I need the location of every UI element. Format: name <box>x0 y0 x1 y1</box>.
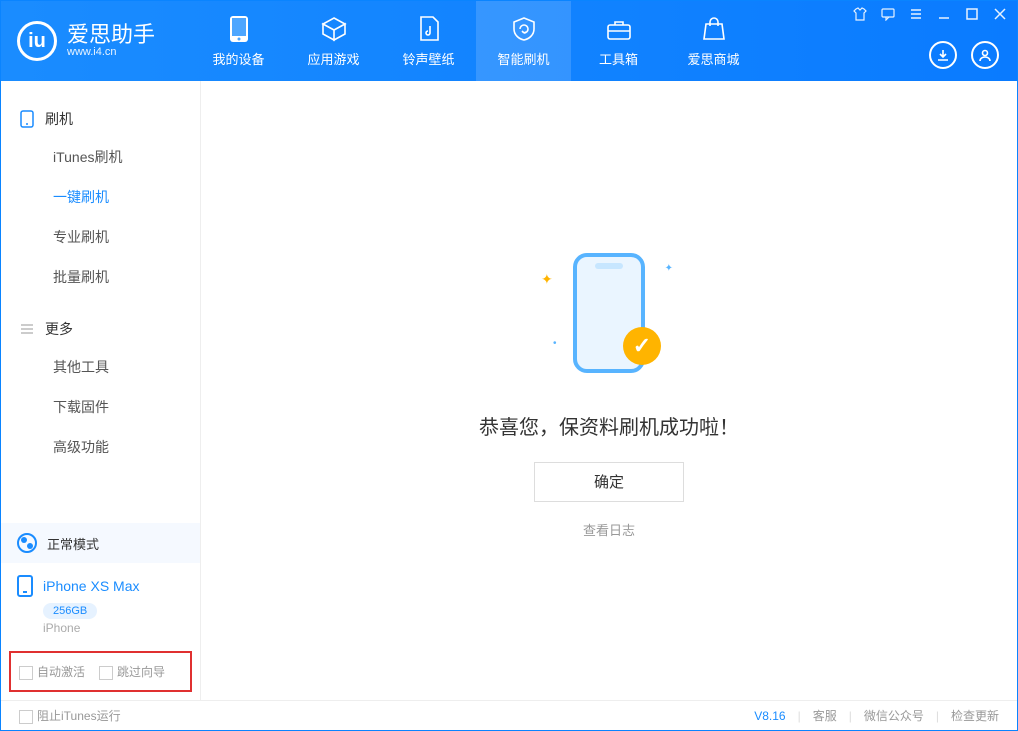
phone-icon <box>225 15 253 43</box>
nav-label: 工具箱 <box>599 49 638 68</box>
window-controls <box>853 7 1007 21</box>
minimize-button[interactable] <box>937 7 951 21</box>
checkbox-skip-guide[interactable]: 跳过向导 <box>99 663 165 680</box>
maximize-button[interactable] <box>965 7 979 21</box>
sidebar-item-download-firmware[interactable]: 下载固件 <box>53 387 200 427</box>
sidebar-section-more: 更多 <box>1 311 200 347</box>
app-logo-block: iu 爱思助手 www.i4.cn <box>1 1 171 81</box>
sparkle-icon: ✦ <box>665 263 673 274</box>
nav-label: 智能刷机 <box>498 49 550 68</box>
sidebar-more-items: 其他工具 下载固件 高级功能 <box>1 347 200 467</box>
sidebar-item-batch-flash[interactable]: 批量刷机 <box>53 257 200 297</box>
sparkle-icon: ✦ <box>541 271 553 288</box>
user-account-button[interactable] <box>971 41 999 69</box>
status-link-service[interactable]: 客服 <box>813 707 837 724</box>
main-layout: 刷机 iTunes刷机 一键刷机 专业刷机 批量刷机 更多 其他工具 下载固件 … <box>1 81 1017 700</box>
separator: | <box>936 709 939 723</box>
flash-options-row: 自动激活 跳过向导 <box>9 651 192 692</box>
checkbox-auto-activate[interactable]: 自动激活 <box>19 663 85 680</box>
sidebar-item-other-tools[interactable]: 其他工具 <box>53 347 200 387</box>
app-logo-icon: iu <box>17 21 57 61</box>
checkbox-label: 阻止iTunes运行 <box>37 709 121 723</box>
success-message: 恭喜您，保资料刷机成功啦！ <box>479 411 739 440</box>
music-file-icon <box>415 15 443 43</box>
app-header: iu 爱思助手 www.i4.cn 我的设备 应用游戏 铃声壁纸 <box>1 1 1017 81</box>
status-bar: 阻止iTunes运行 V8.16 | 客服 | 微信公众号 | 检查更新 <box>1 700 1017 730</box>
status-bar-right: V8.16 | 客服 | 微信公众号 | 检查更新 <box>754 707 999 724</box>
app-logo-text: 爱思助手 www.i4.cn <box>67 24 155 58</box>
shopping-bag-icon <box>700 15 728 43</box>
nav-label: 爱思商城 <box>688 49 740 68</box>
download-button[interactable] <box>929 41 957 69</box>
close-button[interactable] <box>993 7 1007 21</box>
nav-toolbox[interactable]: 工具箱 <box>571 1 666 81</box>
version-label: V8.16 <box>754 709 785 723</box>
device-mode-label: 正常模式 <box>47 534 99 553</box>
nav-label: 铃声壁纸 <box>403 49 455 68</box>
device-phone-icon <box>17 575 33 597</box>
status-link-wechat[interactable]: 微信公众号 <box>864 707 924 724</box>
nav-my-device[interactable]: 我的设备 <box>191 1 286 81</box>
app-subtitle: www.i4.cn <box>67 46 155 58</box>
sidebar-flash-items: iTunes刷机 一键刷机 专业刷机 批量刷机 <box>1 137 200 297</box>
check-badge-icon: ✓ <box>623 327 661 365</box>
normal-mode-icon <box>17 533 37 553</box>
nav-apps-games[interactable]: 应用游戏 <box>286 1 381 81</box>
sidebar-item-onekey-flash[interactable]: 一键刷机 <box>53 177 200 217</box>
phone-outline-icon <box>19 111 35 127</box>
list-icon <box>19 321 35 337</box>
nav-label: 我的设备 <box>213 49 265 68</box>
device-panel: 正常模式 iPhone XS Max 256GB iPhone 自动激活 跳过向… <box>1 523 200 700</box>
view-log-link[interactable]: 查看日志 <box>583 520 635 539</box>
main-nav: 我的设备 应用游戏 铃声壁纸 智能刷机 工具箱 <box>191 1 761 81</box>
device-name: iPhone XS Max <box>43 578 140 594</box>
sidebar-item-pro-flash[interactable]: 专业刷机 <box>53 217 200 257</box>
sparkle-icon: • <box>553 338 557 349</box>
shirt-icon[interactable] <box>853 7 867 21</box>
nav-smart-flash[interactable]: 智能刷机 <box>476 1 571 81</box>
sidebar-section-label: 刷机 <box>45 109 73 129</box>
device-type: iPhone <box>43 621 184 635</box>
menu-icon[interactable] <box>909 7 923 21</box>
device-info[interactable]: iPhone XS Max 256GB iPhone <box>1 563 200 645</box>
nav-label: 应用游戏 <box>308 49 360 68</box>
sidebar: 刷机 iTunes刷机 一键刷机 专业刷机 批量刷机 更多 其他工具 下载固件 … <box>1 81 201 700</box>
sidebar-section-label: 更多 <box>45 319 73 339</box>
success-illustration: ✦ ✦ • ✓ <box>539 243 679 383</box>
main-content: ✦ ✦ • ✓ 恭喜您，保资料刷机成功啦！ 确定 查看日志 <box>201 81 1017 700</box>
cube-icon <box>320 15 348 43</box>
toolbox-icon <box>605 15 633 43</box>
sidebar-item-advanced[interactable]: 高级功能 <box>53 427 200 467</box>
device-mode[interactable]: 正常模式 <box>1 523 200 563</box>
checkbox-label: 自动激活 <box>37 665 85 679</box>
device-storage-badge: 256GB <box>43 603 97 619</box>
sidebar-section-flash: 刷机 <box>1 101 200 137</box>
app-title: 爱思助手 <box>67 24 155 46</box>
status-link-update[interactable]: 检查更新 <box>951 707 999 724</box>
separator: | <box>849 709 852 723</box>
checkbox-block-itunes[interactable]: 阻止iTunes运行 <box>19 707 121 724</box>
nav-store[interactable]: 爱思商城 <box>666 1 761 81</box>
sidebar-item-itunes-flash[interactable]: iTunes刷机 <box>53 137 200 177</box>
refresh-shield-icon <box>510 15 538 43</box>
feedback-icon[interactable] <box>881 7 895 21</box>
checkbox-label: 跳过向导 <box>117 665 165 679</box>
header-user-area <box>929 41 999 69</box>
nav-ringtones-wallpapers[interactable]: 铃声壁纸 <box>381 1 476 81</box>
separator: | <box>798 709 801 723</box>
ok-button[interactable]: 确定 <box>534 462 684 502</box>
